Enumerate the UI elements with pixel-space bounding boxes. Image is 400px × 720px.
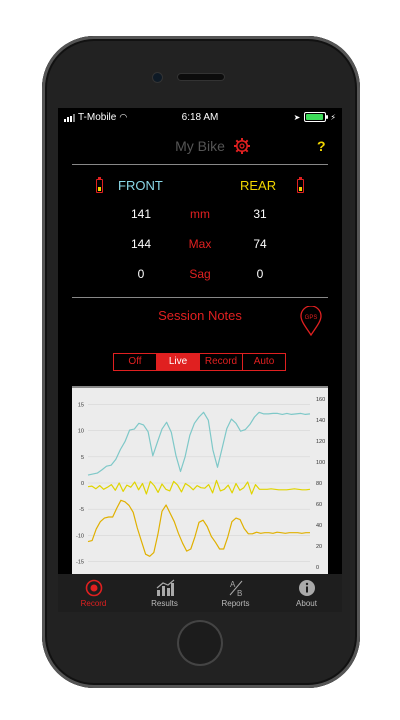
front-sag-value: 0 xyxy=(137,267,145,281)
help-button[interactable]: ? xyxy=(317,138,326,154)
front-battery-icon xyxy=(96,177,103,193)
front-label: FRONT xyxy=(118,178,163,193)
tab-record-label: Record xyxy=(80,599,107,608)
tab-results-label: Results xyxy=(151,599,178,608)
tab-reports[interactable]: AB Reports xyxy=(200,574,271,612)
right-tick-label: 120 xyxy=(316,439,325,445)
front-max-value: 144 xyxy=(130,237,152,251)
tab-results[interactable]: Results xyxy=(129,574,200,612)
left-tick-label: -10 xyxy=(76,533,84,539)
left-tick-label: -5 xyxy=(79,507,84,513)
right-tick-label: 160 xyxy=(316,397,325,403)
mode-live[interactable]: Live xyxy=(156,354,199,370)
record-icon xyxy=(83,578,105,598)
left-tick-label: 5 xyxy=(81,455,84,461)
left-tick-label: 10 xyxy=(78,429,84,435)
mm-label: mm xyxy=(190,207,210,221)
front-camera xyxy=(153,73,162,82)
gps-label: GPS xyxy=(305,315,318,321)
tab-reports-label: Reports xyxy=(221,599,250,608)
chart-series-line-0 xyxy=(87,411,311,476)
location-icon: ➤ xyxy=(293,112,301,122)
live-suspension-chart: 15 10 5 0 -5 -10 -15 160 140 120 100 80 60 40 20 0 xyxy=(72,386,328,578)
gps-pin-icon[interactable]: GPS xyxy=(300,306,322,336)
left-tick-label: -15 xyxy=(76,560,84,566)
chart-series-line-1 xyxy=(87,479,311,495)
battery-icon xyxy=(304,112,329,122)
info-icon xyxy=(296,578,318,598)
status-bar: T-Mobile ◠ 6:18 AM ➤ ⚡ xyxy=(58,108,342,128)
results-icon xyxy=(154,578,176,598)
rear-label: REAR xyxy=(240,178,277,193)
rear-mm-value: 31 xyxy=(253,207,267,221)
tab-record[interactable]: Record xyxy=(58,574,129,612)
mode-auto[interactable]: Auto xyxy=(242,354,285,370)
status-right: ➤ ⚡ xyxy=(294,112,336,122)
gear-icon[interactable] xyxy=(233,137,251,155)
right-tick-label: 140 xyxy=(316,418,325,424)
right-tick-label: 80 xyxy=(316,481,322,487)
max-label: Max xyxy=(188,237,212,251)
tab-about[interactable]: About xyxy=(271,574,342,612)
right-tick-label: 40 xyxy=(316,523,322,529)
tab-about-label: About xyxy=(296,599,317,608)
left-tick-label: 0 xyxy=(81,481,84,487)
section-divider xyxy=(72,297,328,298)
mode-selector: Off Live Record Auto xyxy=(113,353,286,371)
front-mm-value: 141 xyxy=(130,207,152,221)
right-tick-label: 0 xyxy=(316,565,319,571)
right-tick-label: 100 xyxy=(316,460,325,466)
earpiece-speaker xyxy=(178,74,224,80)
chart-series-line-2 xyxy=(87,499,310,557)
rear-battery-icon xyxy=(297,177,304,193)
rear-sag-value: 0 xyxy=(256,267,264,281)
mode-off[interactable]: Off xyxy=(114,354,156,370)
right-tick-label: 60 xyxy=(316,502,322,508)
sag-label: Sag xyxy=(189,267,211,281)
ab-compare-icon: AB xyxy=(225,578,247,598)
app-screen: T-Mobile ◠ 6:18 AM ➤ ⚡ My Bike ? FRONT R… xyxy=(58,108,342,612)
page-title: My Bike xyxy=(175,138,225,154)
rear-max-value: 74 xyxy=(253,237,267,251)
home-button[interactable] xyxy=(179,622,221,664)
right-tick-label: 20 xyxy=(316,544,322,550)
svg-text:A: A xyxy=(230,580,236,589)
tab-bar: Record Results AB Reports About xyxy=(58,574,342,612)
left-tick-label: 15 xyxy=(78,402,84,408)
charging-icon: ⚡ xyxy=(330,112,336,122)
header-divider xyxy=(72,164,328,165)
svg-text:B: B xyxy=(237,589,242,597)
mode-record[interactable]: Record xyxy=(199,354,242,370)
